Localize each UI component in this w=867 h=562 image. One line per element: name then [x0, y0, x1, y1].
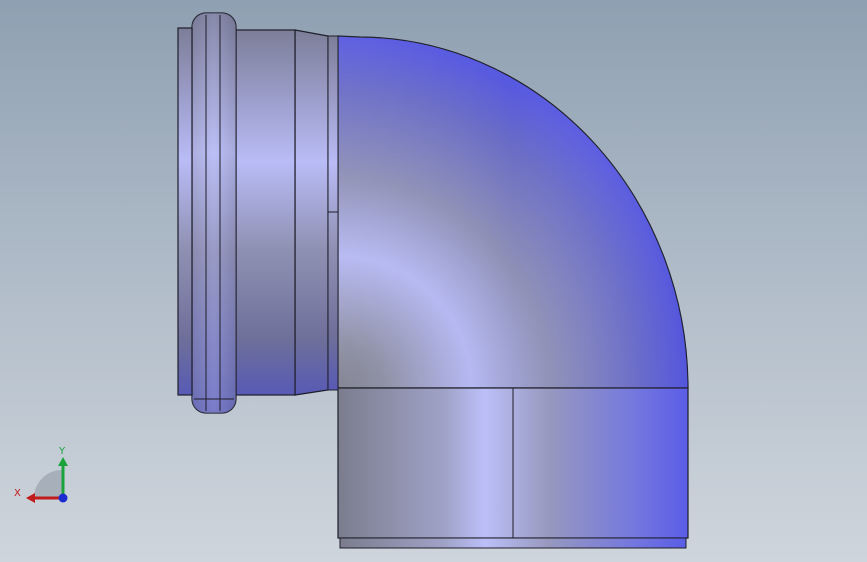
- pipe-end-rim[interactable]: [177, 27, 193, 396]
- inlet-joint-band[interactable]: [327, 35, 339, 391]
- outlet-pipe-end-ring[interactable]: [339, 537, 687, 549]
- inlet-taper[interactable]: [294, 29, 329, 396]
- triad-z-axis-icon: [58, 493, 68, 503]
- triad-base-icon: [34, 470, 62, 498]
- elbow-bend-overlay: [338, 36, 688, 388]
- flange-ring-highlight: [192, 13, 236, 413]
- triad-x-label: X: [14, 488, 21, 499]
- triad-y-label: Y: [58, 446, 66, 457]
- elbow-fitting-model[interactable]: [0, 0, 867, 562]
- 3d-viewport[interactable]: X Y: [0, 0, 867, 562]
- orientation-triad[interactable]: X Y: [10, 440, 80, 510]
- triad-y-arrow-icon: [58, 457, 68, 466]
- triad-x-arrow-icon: [26, 493, 35, 503]
- inlet-socket-surface[interactable]: [235, 29, 296, 396]
